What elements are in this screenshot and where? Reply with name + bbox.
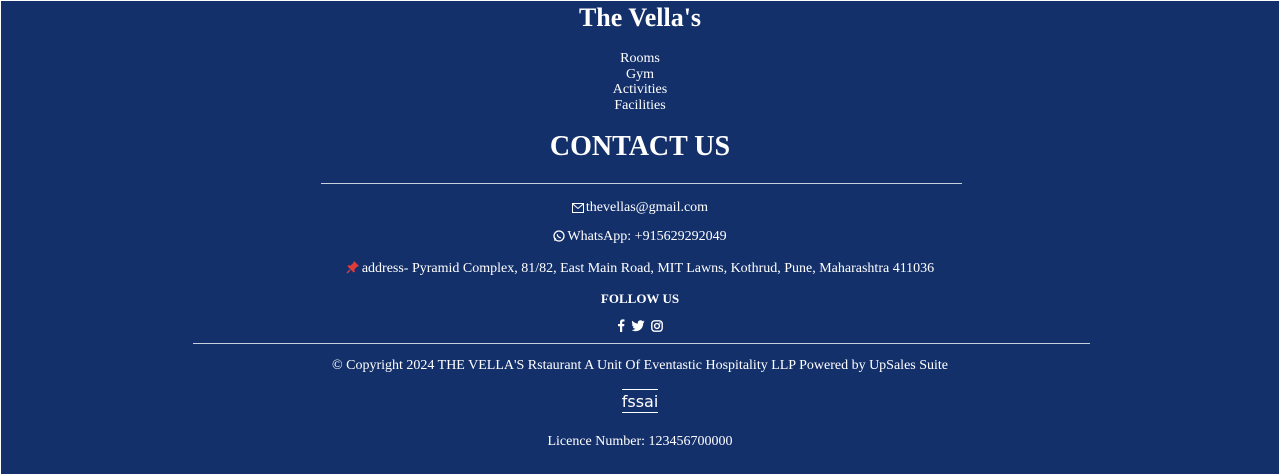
twitter-icon[interactable] <box>631 319 645 336</box>
licence-number: Licence Number: 123456700000 <box>547 434 733 449</box>
whatsapp-link[interactable]: WhatsApp: +915629292049 <box>567 229 726 244</box>
fssai-logo: fssai <box>621 389 659 413</box>
divider <box>321 183 962 184</box>
envelope-icon <box>571 201 584 219</box>
address-text: address- Pyramid Complex, 81/82, East Ma… <box>361 261 935 276</box>
brand-title: The Vella's <box>578 3 702 32</box>
whatsapp-icon <box>553 230 566 248</box>
nav-link-activities[interactable]: Activities <box>1 82 1279 98</box>
email-line: thevellas@gmail.com <box>1 199 1279 219</box>
facebook-icon[interactable] <box>617 319 625 336</box>
nav-link-rooms[interactable]: Rooms <box>1 51 1279 67</box>
copyright-text: © Copyright 2024 THE VELLA'S Rstaurant A… <box>331 358 949 373</box>
follow-us-heading: FOLLOW US <box>600 291 680 306</box>
social-links <box>1 319 1279 336</box>
address-line: address- Pyramid Complex, 81/82, East Ma… <box>1 260 1279 280</box>
fssai-logo-wrapper: fssai <box>1 389 1279 413</box>
contact-title: CONTACT US <box>549 131 731 162</box>
divider <box>193 343 1090 344</box>
nav-link-gym[interactable]: Gym <box>1 67 1279 83</box>
instagram-icon[interactable] <box>651 319 663 336</box>
site-footer: The Vella's Rooms Gym Activities Facilit… <box>1 1 1279 474</box>
email-link[interactable]: thevellas@gmail.com <box>586 200 708 215</box>
whatsapp-line: WhatsApp: +915629292049 <box>1 228 1279 248</box>
nav-link-facilities[interactable]: Facilities <box>1 98 1279 114</box>
pushpin-icon <box>346 260 360 280</box>
footer-nav: Rooms Gym Activities Facilities <box>1 51 1279 114</box>
